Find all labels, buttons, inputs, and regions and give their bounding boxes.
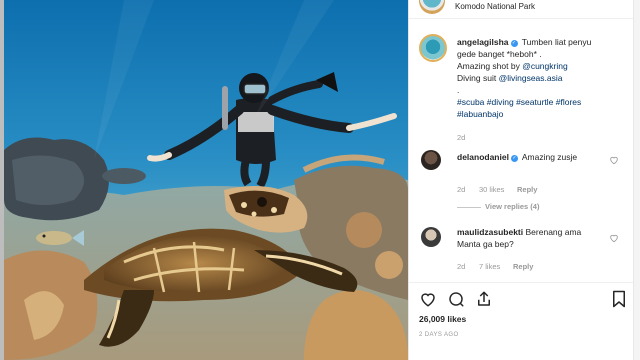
likes-count[interactable]: 26,009 likes	[419, 314, 466, 324]
mention-cungkring-link[interactable]: @cungkring	[522, 61, 567, 71]
caption-dot: .	[457, 85, 460, 95]
caption-line-4: Diving suit @livingseas.asia	[457, 72, 563, 84]
comment-like-heart-icon[interactable]	[609, 233, 619, 243]
hashtags-line-1[interactable]: #scuba #diving #seaturtle #flores	[457, 96, 581, 108]
bookmark-icon[interactable]	[611, 290, 627, 308]
heart-icon[interactable]	[419, 290, 437, 308]
comment-1-username[interactable]: delanodaniel	[457, 152, 509, 162]
poster-avatar[interactable]	[419, 0, 445, 14]
comment-icon[interactable]	[447, 290, 465, 308]
scrollbar[interactable]	[633, 0, 640, 360]
location-row: Komodo National Park	[409, 0, 640, 19]
caption-username[interactable]: angelagilsha	[457, 37, 509, 47]
post-photo[interactable]	[4, 0, 408, 360]
hashtags-line-2[interactable]: #labuanbajo	[457, 108, 503, 120]
verified-badge-icon: ✓	[510, 40, 518, 47]
comment-2-likes[interactable]: 7 likes	[479, 262, 500, 271]
posted-time: 2 DAYS AGO	[419, 332, 459, 338]
share-icon[interactable]	[475, 290, 493, 308]
caption-text-2: gede banget *heboh* .	[457, 49, 542, 59]
comment-avatar[interactable]	[421, 227, 441, 247]
comment-1-reply-button[interactable]: Reply	[517, 185, 537, 194]
caption-age: 2d	[457, 133, 466, 142]
comment-avatar[interactable]	[421, 150, 441, 170]
comment-2-line-1: maulidzasubekti Berenang ama	[457, 226, 581, 238]
verified-badge-icon: ✓	[510, 155, 518, 162]
underwater-photo-image	[4, 0, 408, 360]
comment-2-username[interactable]: maulidzasubekti	[457, 227, 523, 237]
view-replies-link[interactable]: View replies (4)	[485, 202, 539, 211]
comment-1-line: delanodaniel ✓ Amazing zusje	[457, 151, 577, 163]
actions-divider	[409, 282, 640, 283]
caption-text-4: Diving suit	[457, 73, 499, 83]
replies-divider-line	[457, 207, 481, 208]
comment-1-age: 2d	[457, 185, 466, 194]
post-details-panel: Komodo National Park angelagilsha ✓ Tumbe…	[408, 0, 640, 360]
caption-line-1: angelagilsha ✓ Tumben liat penyu	[457, 36, 635, 48]
caption-avatar[interactable]	[419, 34, 447, 62]
caption-line-3: Amazing shot by @cungkring	[457, 60, 568, 72]
caption-text-1: Tumben liat penyu	[521, 37, 592, 47]
comment-1-text: Amazing zusje	[521, 152, 578, 162]
mention-livingseas-link[interactable]: @livingseas.asia	[499, 73, 563, 83]
comment-1-likes[interactable]: 30 likes	[479, 185, 504, 194]
comment-2-reply-button[interactable]: Reply	[513, 262, 533, 271]
location-link[interactable]: Komodo National Park	[455, 2, 535, 11]
comment-2-text-2: Manta ga bep?	[457, 239, 514, 249]
comment-like-heart-icon[interactable]	[609, 155, 619, 165]
comment-2-age: 2d	[457, 262, 466, 271]
comment-2-text-1: Berenang ama	[525, 227, 582, 237]
caption-text-3: Amazing shot by	[457, 61, 523, 71]
